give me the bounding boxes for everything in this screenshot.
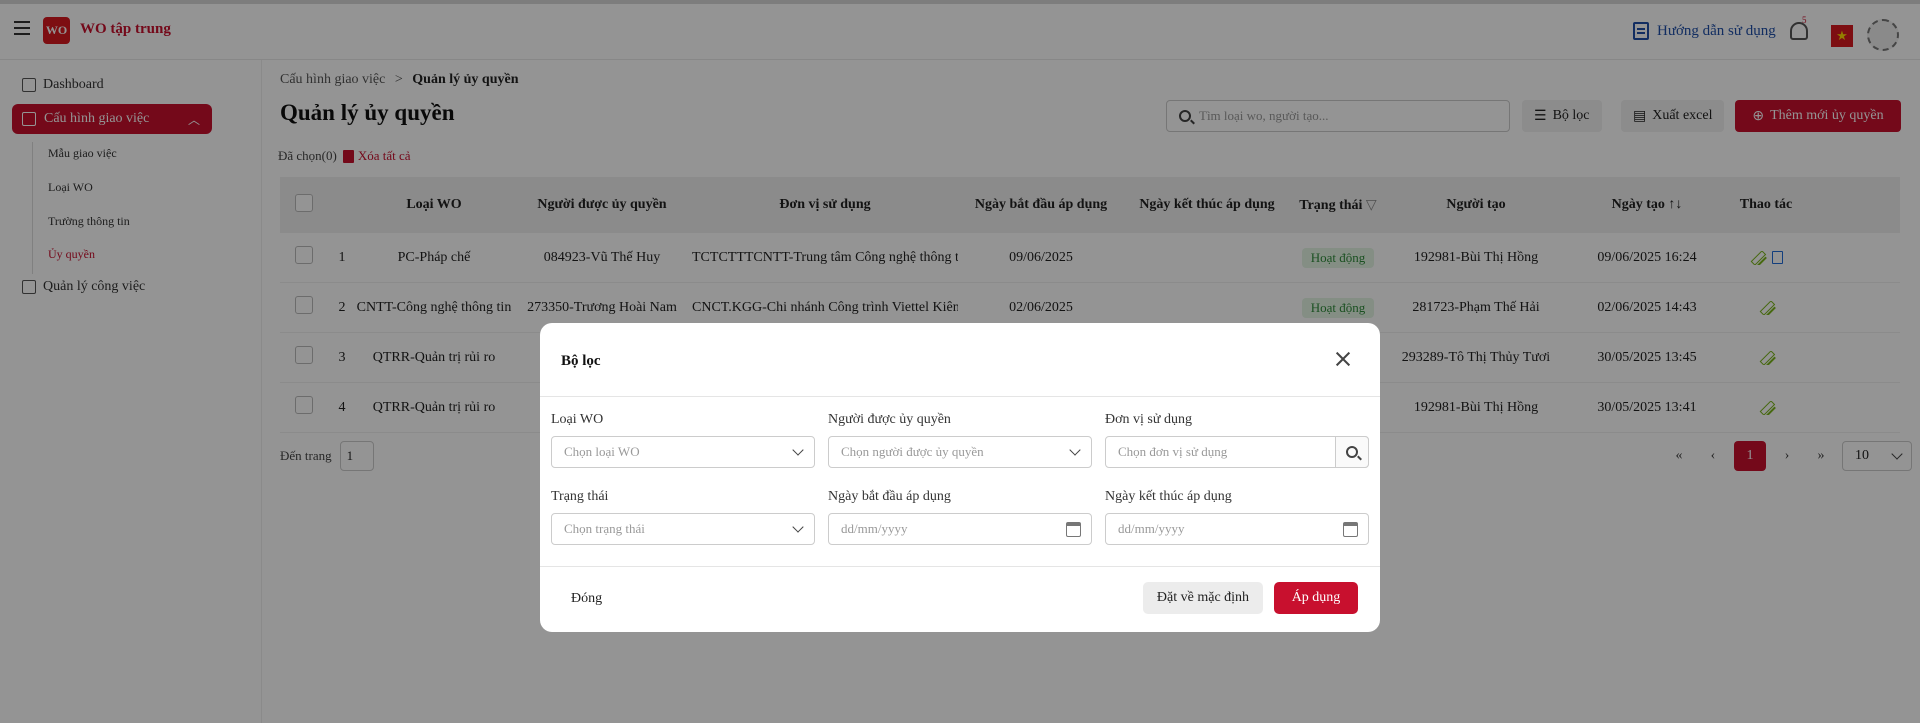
end-date-input[interactable]: dd/mm/yyyy [1105, 513, 1369, 545]
status-label: Trạng thái [551, 489, 609, 504]
wo-type-select[interactable]: Chọn loại WO [551, 436, 815, 468]
unit-input[interactable]: Chọn đơn vị sử dụng [1105, 436, 1369, 468]
apply-button[interactable]: Áp dụng [1274, 582, 1358, 614]
wo-type-label: Loại WO [551, 412, 604, 427]
delegate-label: Người được ủy quyền [828, 412, 951, 427]
chevron-down-icon [1069, 444, 1081, 456]
close-icon[interactable] [1333, 349, 1353, 369]
divider [540, 566, 1380, 567]
close-button[interactable]: Đóng [571, 591, 602, 607]
modal-title: Bộ lọc [561, 353, 601, 369]
chevron-down-icon [792, 444, 804, 456]
chevron-down-icon [792, 521, 804, 533]
start-date-label: Ngày bắt đầu áp dụng [828, 489, 951, 504]
divider [540, 396, 1380, 397]
calendar-icon[interactable] [1343, 522, 1358, 537]
end-date-label: Ngày kết thúc áp dụng [1105, 489, 1232, 504]
search-icon [1346, 446, 1358, 458]
delegate-select[interactable]: Chọn người được ủy quyền [828, 436, 1092, 468]
reset-button[interactable]: Đặt về mặc định [1143, 582, 1263, 614]
unit-search-button[interactable] [1335, 436, 1369, 468]
filter-modal: Bộ lọc Loại WO Chọn loại WO Người được ủ… [540, 323, 1380, 632]
calendar-icon[interactable] [1066, 522, 1081, 537]
status-select[interactable]: Chọn trạng thái [551, 513, 815, 545]
start-date-input[interactable]: dd/mm/yyyy [828, 513, 1092, 545]
unit-label: Đơn vị sử dụng [1105, 412, 1192, 427]
